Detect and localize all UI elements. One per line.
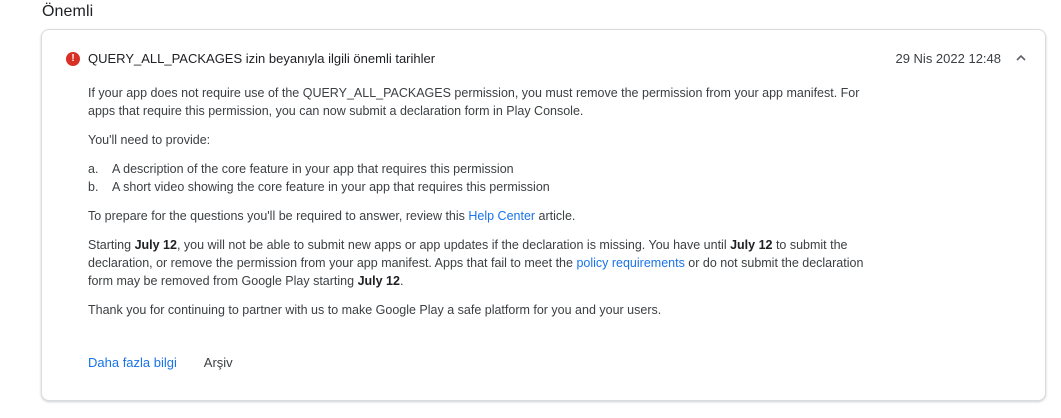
learn-more-button[interactable]: Daha fazla bilgi [88, 355, 177, 370]
error-circle-icon: ! [66, 52, 80, 66]
text: . [399, 274, 404, 288]
paragraph-provide: You'll need to provide: [88, 133, 211, 147]
paragraph-thanks: Thank you for continuing to partner with… [88, 303, 662, 317]
paragraph-deadline: Starting July 12, you will not be able t… [88, 236, 888, 290]
message-date: 29 Nis 2022 12:48 [895, 51, 1001, 66]
chevron-up-icon [1016, 54, 1026, 61]
deadline-date: July 12 [357, 274, 400, 288]
text: To prepare for the questions you'll be r… [88, 209, 469, 223]
collapse-button[interactable] [1011, 48, 1031, 68]
message-actions: Daha fazla bilgi Arşiv [88, 355, 233, 370]
help-center-link[interactable]: Help Center [468, 209, 535, 223]
message-body: If your app does not require use of the … [88, 84, 888, 330]
text: , you will not be able to submit new app… [176, 238, 731, 252]
deadline-date: July 12 [134, 238, 177, 252]
requirements-list: a. A description of the core feature in … [88, 160, 888, 196]
section-title: Önemli [42, 3, 94, 20]
paragraph-prepare: To prepare for the questions you'll be r… [88, 207, 888, 225]
policy-requirements-link[interactable]: policy requirements [576, 256, 684, 270]
deadline-date: July 12 [730, 238, 773, 252]
text: Starting [88, 238, 135, 252]
list-item: b. A short video showing the core featur… [88, 178, 888, 196]
text: article. [535, 209, 576, 223]
paragraph-intro: If your app does not require use of the … [88, 86, 860, 118]
list-marker: b. [88, 180, 99, 194]
message-title: QUERY_ALL_PACKAGES izin beyanıyla ilgili… [88, 51, 436, 66]
list-item: a. A description of the core feature in … [88, 160, 888, 178]
list-item-text: A short video showing the core feature i… [112, 180, 550, 194]
list-item-text: A description of the core feature in you… [112, 162, 514, 176]
message-card: ! QUERY_ALL_PACKAGES izin beyanıyla ilgi… [41, 29, 1046, 401]
list-marker: a. [88, 162, 99, 176]
archive-button[interactable]: Arşiv [204, 355, 233, 370]
